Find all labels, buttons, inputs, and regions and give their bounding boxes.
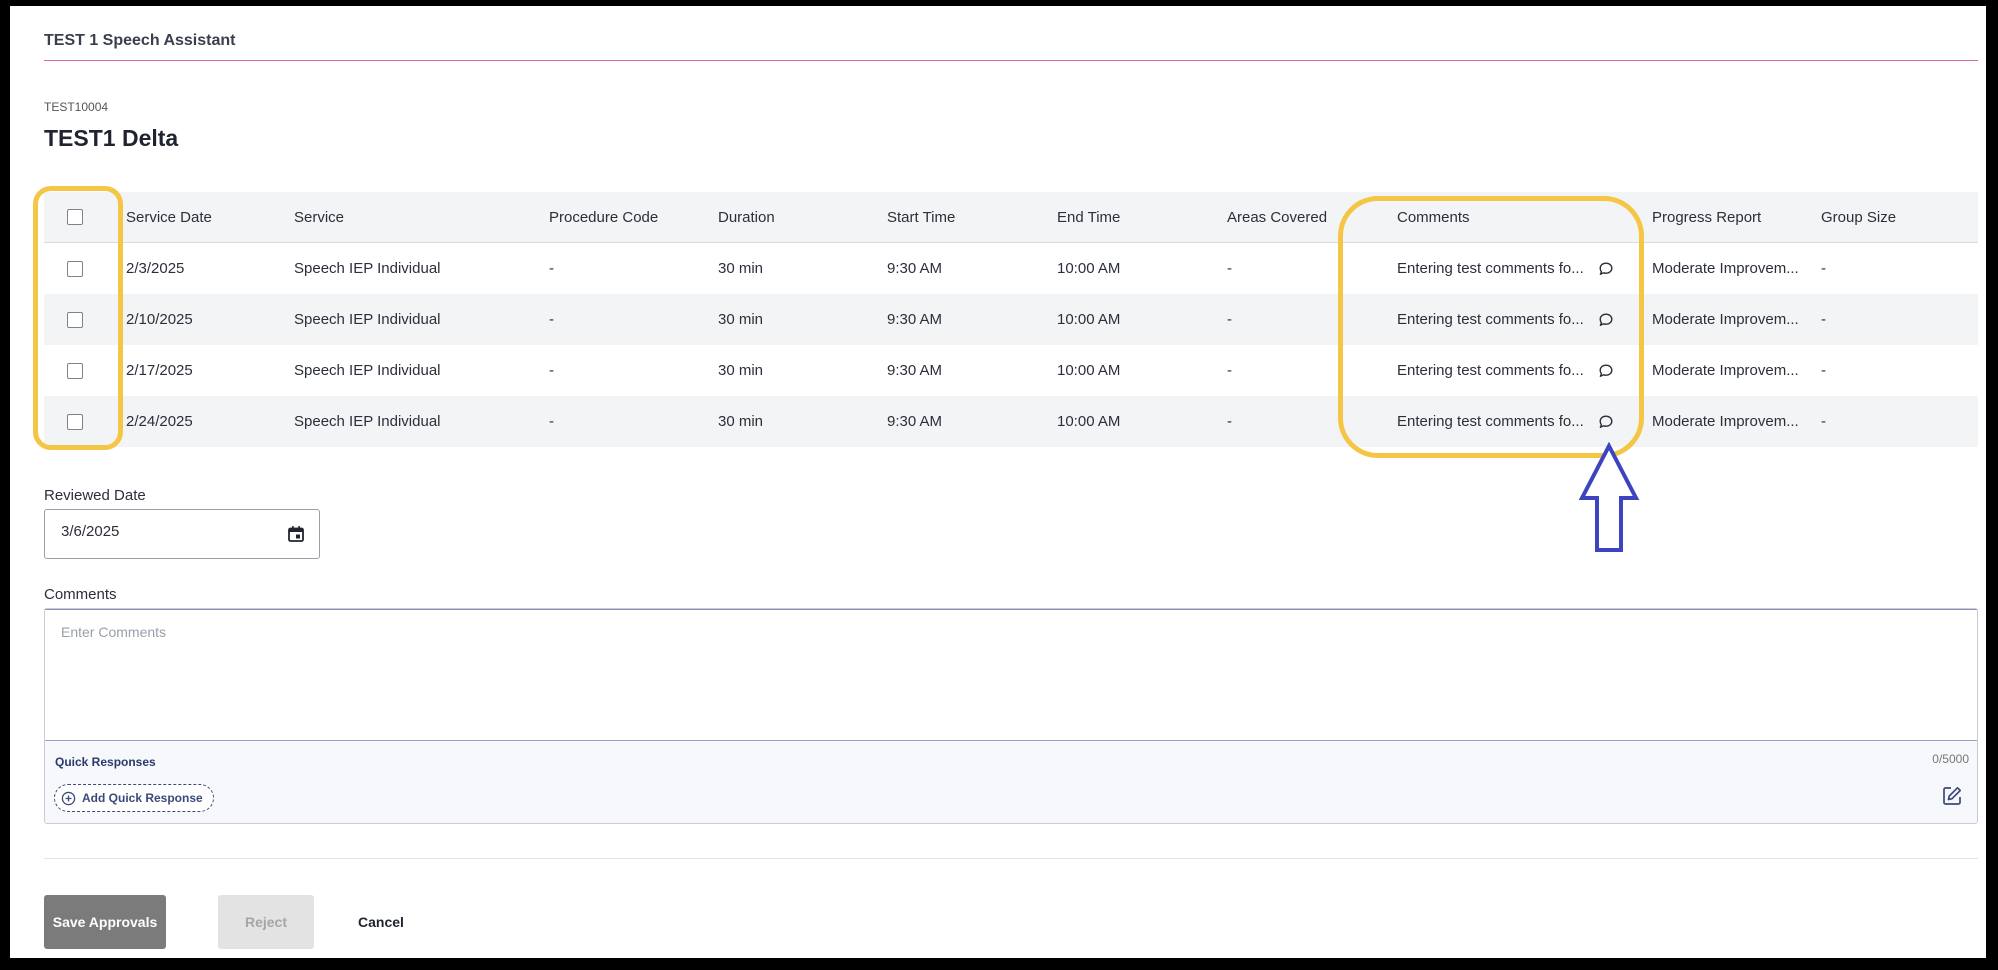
- cell-progress-report: Moderate Improvem...: [1652, 362, 1799, 379]
- cell-service-date: 2/17/2025: [126, 362, 193, 379]
- table-row: 2/10/2025 Speech IEP Individual - 30 min…: [44, 294, 1978, 345]
- col-header-comments[interactable]: Comments: [1397, 192, 1470, 242]
- row-select-cell: [67, 294, 83, 345]
- cell-comments: Entering test comments fo...: [1397, 345, 1614, 396]
- row-checkbox[interactable]: [67, 362, 83, 379]
- cell-group-size: -: [1821, 311, 1826, 328]
- col-header-duration[interactable]: Duration: [718, 192, 775, 242]
- col-header-end-time[interactable]: End Time: [1057, 192, 1120, 242]
- table-header: Service Date Service Procedure Code Dura…: [44, 192, 1978, 243]
- header-divider: [44, 60, 1978, 61]
- col-header-areas-covered[interactable]: Areas Covered: [1227, 192, 1327, 242]
- character-counter: 0/5000: [1932, 752, 1969, 766]
- cell-service-date: 2/10/2025: [126, 311, 193, 328]
- cell-duration: 30 min: [718, 413, 764, 430]
- cell-areas-covered: -: [1227, 413, 1232, 430]
- reviewed-date-field[interactable]: [44, 509, 320, 559]
- cell-start-time: 9:30 AM: [887, 311, 943, 328]
- cancel-button[interactable]: Cancel: [346, 895, 416, 949]
- calendar-icon[interactable]: [287, 525, 305, 543]
- cell-areas-covered: -: [1227, 260, 1232, 277]
- comments-container: Quick Responses 0/5000 Add Quick Respons…: [44, 608, 1978, 824]
- col-header-service-date[interactable]: Service Date: [126, 192, 212, 242]
- student-id: TEST10004: [44, 100, 109, 114]
- row-checkbox[interactable]: [67, 260, 83, 277]
- row-select-cell: [67, 396, 83, 447]
- col-header-group-size[interactable]: Group Size: [1821, 192, 1896, 242]
- service-log-table: Service Date Service Procedure Code Dura…: [44, 192, 1978, 447]
- cell-comments: Entering test comments fo...: [1397, 294, 1614, 345]
- cell-duration: 30 min: [718, 260, 764, 277]
- cell-duration: 30 min: [718, 362, 764, 379]
- add-quick-response-label: Add Quick Response: [82, 791, 203, 805]
- col-header-service[interactable]: Service: [294, 192, 344, 242]
- table-row: 2/3/2025 Speech IEP Individual - 30 min …: [44, 243, 1978, 294]
- plus-circle-icon: [61, 791, 76, 805]
- chat-bubble-icon[interactable]: [1598, 363, 1614, 379]
- reviewed-date-input[interactable]: [61, 523, 271, 540]
- cell-service-date: 2/24/2025: [126, 413, 193, 430]
- cell-service: Speech IEP Individual: [294, 362, 441, 379]
- cell-group-size: -: [1821, 413, 1826, 430]
- save-approvals-button[interactable]: Save Approvals: [44, 895, 166, 949]
- cell-areas-covered: -: [1227, 311, 1232, 328]
- screenshot-frame: [0, 0, 1998, 970]
- comments-textarea[interactable]: [45, 609, 1977, 741]
- up-arrow-icon: [1578, 442, 1640, 552]
- cell-end-time: 10:00 AM: [1057, 362, 1121, 379]
- cell-end-time: 10:00 AM: [1057, 311, 1121, 328]
- row-select-cell: [67, 243, 83, 294]
- cell-service: Speech IEP Individual: [294, 260, 441, 277]
- cell-end-time: 10:00 AM: [1057, 413, 1121, 430]
- cell-comments-text: Entering test comments fo...: [1397, 362, 1584, 379]
- cell-procedure-code: -: [549, 260, 554, 277]
- cell-start-time: 9:30 AM: [887, 413, 943, 430]
- table-row: 2/24/2025 Speech IEP Individual - 30 min…: [44, 396, 1978, 447]
- cell-end-time: 10:00 AM: [1057, 260, 1121, 277]
- select-all-cell: [67, 192, 83, 242]
- select-all-checkbox[interactable]: [67, 209, 83, 225]
- cell-progress-report: Moderate Improvem...: [1652, 260, 1799, 277]
- cell-duration: 30 min: [718, 311, 764, 328]
- student-name: TEST1 Delta: [44, 125, 179, 151]
- cell-group-size: -: [1821, 362, 1826, 379]
- cell-group-size: -: [1821, 260, 1826, 277]
- chat-bubble-icon[interactable]: [1598, 414, 1614, 430]
- cell-progress-report: Moderate Improvem...: [1652, 413, 1799, 430]
- cell-comments-text: Entering test comments fo...: [1397, 413, 1584, 430]
- reject-button[interactable]: Reject: [218, 895, 314, 949]
- cell-service: Speech IEP Individual: [294, 311, 441, 328]
- cell-comments: Entering test comments fo...: [1397, 396, 1614, 447]
- edit-icon[interactable]: [1941, 785, 1963, 807]
- col-header-progress-report[interactable]: Progress Report: [1652, 192, 1761, 242]
- cell-procedure-code: -: [549, 311, 554, 328]
- row-checkbox[interactable]: [67, 413, 83, 430]
- cell-procedure-code: -: [549, 413, 554, 430]
- footer-divider: [44, 858, 1978, 859]
- cell-procedure-code: -: [549, 362, 554, 379]
- cell-progress-report: Moderate Improvem...: [1652, 311, 1799, 328]
- table-row: 2/17/2025 Speech IEP Individual - 30 min…: [44, 345, 1978, 396]
- cell-comments-text: Entering test comments fo...: [1397, 311, 1584, 328]
- chat-bubble-icon[interactable]: [1598, 261, 1614, 277]
- row-select-cell: [67, 345, 83, 396]
- cell-service: Speech IEP Individual: [294, 413, 441, 430]
- col-header-start-time[interactable]: Start Time: [887, 192, 955, 242]
- reviewed-date-label: Reviewed Date: [44, 487, 146, 504]
- cell-service-date: 2/3/2025: [126, 260, 185, 277]
- page-header-title: TEST 1 Speech Assistant: [44, 32, 236, 49]
- cell-comments: Entering test comments fo...: [1397, 243, 1614, 294]
- comments-label: Comments: [44, 586, 117, 603]
- row-checkbox[interactable]: [67, 311, 83, 328]
- quick-responses-label: Quick Responses: [55, 755, 156, 769]
- cell-start-time: 9:30 AM: [887, 362, 943, 379]
- cell-start-time: 9:30 AM: [887, 260, 943, 277]
- col-header-procedure-code[interactable]: Procedure Code: [549, 192, 658, 242]
- cell-comments-text: Entering test comments fo...: [1397, 260, 1584, 277]
- chat-bubble-icon[interactable]: [1598, 312, 1614, 328]
- add-quick-response-button[interactable]: Add Quick Response: [54, 784, 214, 812]
- cell-areas-covered: -: [1227, 362, 1232, 379]
